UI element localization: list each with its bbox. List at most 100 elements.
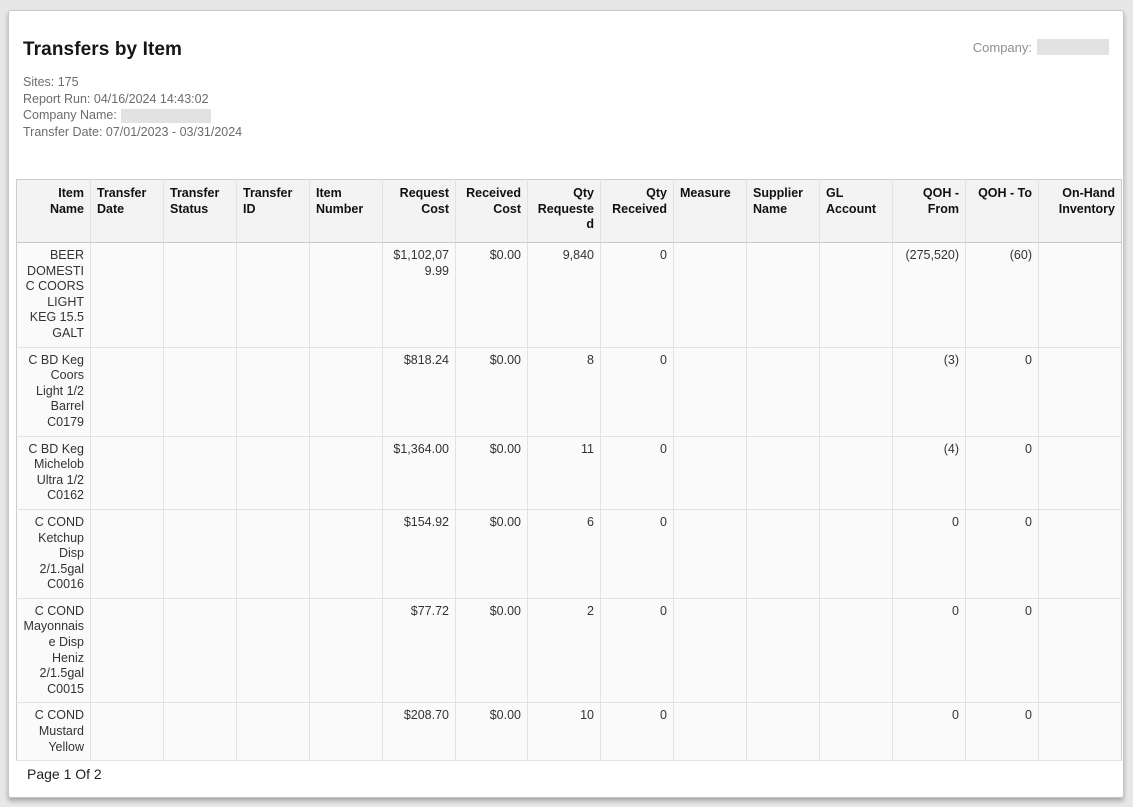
- cell-request-cost: $208.70: [383, 703, 456, 761]
- cell-transfer-status: [164, 347, 237, 436]
- meta-company-name-label: Company Name:: [23, 108, 117, 122]
- cell-qty-requested: 9,840: [528, 243, 601, 348]
- cell-transfer-status: [164, 509, 237, 598]
- cell-item-number: [310, 243, 383, 348]
- cell-qty-requested: 10: [528, 703, 601, 761]
- cell-measure: [674, 598, 747, 703]
- table-row: C BD Keg Coors Light 1/2 Barrel C0179 $8…: [17, 347, 1122, 436]
- cell-item-name: C COND Mustard Yellow: [17, 703, 91, 761]
- cell-qty-received: 0: [601, 703, 674, 761]
- cell-transfer-id: [237, 509, 310, 598]
- cell-qty-requested: 2: [528, 598, 601, 703]
- cell-supplier-name: [747, 598, 820, 703]
- cell-transfer-date: [91, 509, 164, 598]
- cell-item-name: C COND Mayonnaise Disp Heniz 2/1.5gal C0…: [17, 598, 91, 703]
- col-header-transfer-id: Transfer ID: [237, 180, 310, 243]
- cell-on-hand-inventory: [1039, 243, 1122, 348]
- cell-qty-received: 0: [601, 347, 674, 436]
- cell-item-number: [310, 703, 383, 761]
- cell-transfer-id: [237, 436, 310, 509]
- col-header-gl-account: GL Account: [820, 180, 893, 243]
- report-meta: Sites: 175 Report Run: 04/16/2024 14:43:…: [16, 74, 1116, 140]
- cell-request-cost: $818.24: [383, 347, 456, 436]
- cell-transfer-date: [91, 243, 164, 348]
- cell-qoh-to: 0: [966, 598, 1039, 703]
- cell-transfer-date: [91, 347, 164, 436]
- col-header-qty-requested: Qty Requested: [528, 180, 601, 243]
- cell-qty-received: 0: [601, 509, 674, 598]
- cell-qoh-to: (60): [966, 243, 1039, 348]
- cell-transfer-date: [91, 598, 164, 703]
- cell-qoh-from: (3): [893, 347, 966, 436]
- cell-request-cost: $1,364.00: [383, 436, 456, 509]
- col-header-request-cost: Request Cost: [383, 180, 456, 243]
- cell-qoh-from: (275,520): [893, 243, 966, 348]
- cell-transfer-id: [237, 598, 310, 703]
- cell-item-number: [310, 436, 383, 509]
- col-header-measure: Measure: [674, 180, 747, 243]
- cell-on-hand-inventory: [1039, 436, 1122, 509]
- cell-received-cost: $0.00: [456, 703, 528, 761]
- col-header-qty-received: Qty Received: [601, 180, 674, 243]
- cell-measure: [674, 347, 747, 436]
- cell-gl-account: [820, 509, 893, 598]
- cell-on-hand-inventory: [1039, 598, 1122, 703]
- cell-on-hand-inventory: [1039, 703, 1122, 761]
- cell-supplier-name: [747, 243, 820, 348]
- cell-supplier-name: [747, 509, 820, 598]
- company-line: Company:: [973, 39, 1109, 55]
- cell-transfer-status: [164, 703, 237, 761]
- cell-transfer-id: [237, 243, 310, 348]
- cell-received-cost: $0.00: [456, 598, 528, 703]
- table-header-row: Item Name Transfer Date Transfer Status …: [17, 180, 1122, 243]
- cell-qty-received: 0: [601, 598, 674, 703]
- company-value-redacted: [1037, 39, 1109, 55]
- cell-gl-account: [820, 436, 893, 509]
- col-header-qoh-from: QOH - From: [893, 180, 966, 243]
- meta-sites: Sites: 175: [23, 74, 1116, 91]
- cell-on-hand-inventory: [1039, 509, 1122, 598]
- meta-company-name: Company Name:: [23, 107, 1116, 124]
- cell-gl-account: [820, 703, 893, 761]
- meta-report-run: Report Run: 04/16/2024 14:43:02: [23, 91, 1116, 108]
- table-row: C COND Mayonnaise Disp Heniz 2/1.5gal C0…: [17, 598, 1122, 703]
- cell-request-cost: $154.92: [383, 509, 456, 598]
- cell-measure: [674, 436, 747, 509]
- cell-gl-account: [820, 347, 893, 436]
- table-row: C COND Ketchup Disp 2/1.5gal C0016 $154.…: [17, 509, 1122, 598]
- cell-measure: [674, 509, 747, 598]
- cell-item-number: [310, 509, 383, 598]
- cell-supplier-name: [747, 347, 820, 436]
- cell-qoh-from: 0: [893, 509, 966, 598]
- cell-item-name: BEER DOMESTIC COORS LIGHT KEG 15.5 GALT: [17, 243, 91, 348]
- cell-item-number: [310, 347, 383, 436]
- cell-transfer-id: [237, 703, 310, 761]
- transfers-table: Item Name Transfer Date Transfer Status …: [16, 179, 1122, 761]
- cell-qty-requested: 6: [528, 509, 601, 598]
- cell-transfer-date: [91, 436, 164, 509]
- cell-qoh-to: 0: [966, 347, 1039, 436]
- cell-request-cost: $1,102,079.99: [383, 243, 456, 348]
- cell-qoh-from: (4): [893, 436, 966, 509]
- cell-qoh-to: 0: [966, 436, 1039, 509]
- cell-qty-received: 0: [601, 436, 674, 509]
- cell-request-cost: $77.72: [383, 598, 456, 703]
- cell-qoh-from: 0: [893, 598, 966, 703]
- cell-gl-account: [820, 598, 893, 703]
- cell-qoh-to: 0: [966, 703, 1039, 761]
- cell-on-hand-inventory: [1039, 347, 1122, 436]
- cell-measure: [674, 703, 747, 761]
- cell-transfer-date: [91, 703, 164, 761]
- table-row: C BD Keg Michelob Ultra 1/2 C0162 $1,364…: [17, 436, 1122, 509]
- cell-transfer-status: [164, 243, 237, 348]
- col-header-qoh-to: QOH - To: [966, 180, 1039, 243]
- company-label: Company:: [973, 40, 1032, 55]
- cell-qoh-to: 0: [966, 509, 1039, 598]
- cell-item-name: C COND Ketchup Disp 2/1.5gal C0016: [17, 509, 91, 598]
- page-title: Transfers by Item: [16, 39, 1116, 61]
- cell-supplier-name: [747, 436, 820, 509]
- cell-received-cost: $0.00: [456, 436, 528, 509]
- table-row: BEER DOMESTIC COORS LIGHT KEG 15.5 GALT …: [17, 243, 1122, 348]
- cell-gl-account: [820, 243, 893, 348]
- cell-qoh-from: 0: [893, 703, 966, 761]
